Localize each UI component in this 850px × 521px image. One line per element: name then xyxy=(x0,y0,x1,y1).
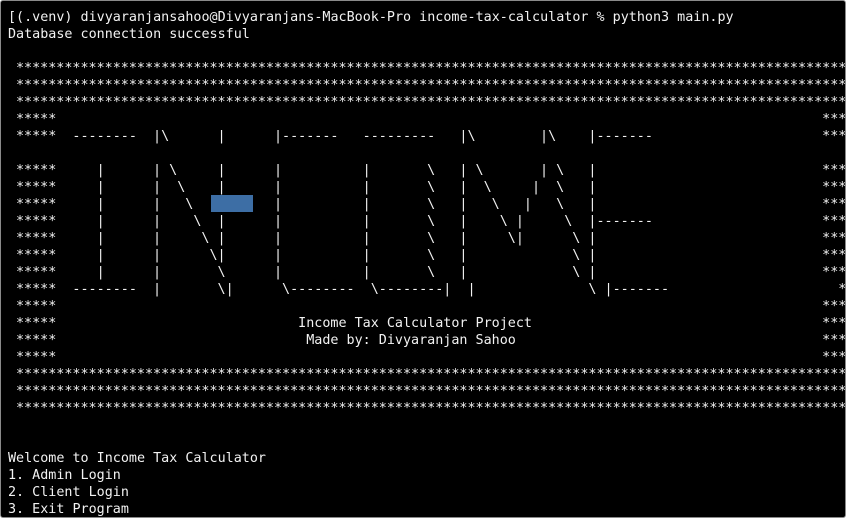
banner-line: ****************************************… xyxy=(16,78,846,93)
banner-line: ***** | | \ | | | \ | \ | \ | ***** xyxy=(16,197,846,212)
banner-line: ***** | | \ | | | \ | \ | \ | ***** xyxy=(16,163,846,178)
banner-line: ***** ***** xyxy=(16,299,846,314)
banner-line: ****************************************… xyxy=(16,61,846,76)
banner-line: ***** | | \ | | | \ | \| \ | ***** xyxy=(16,231,846,246)
banner-line: ***** | | \| | | \ | \ | ***** xyxy=(16,248,846,263)
command-prompt-line: [(.venv) divyaranjansahoo@Divyaranjans-M… xyxy=(8,10,734,25)
banner-line: ***** | | \ | | | \ | \ | \ |------- ***… xyxy=(16,214,846,229)
banner-line: ****************************************… xyxy=(16,95,846,110)
banner-line: ***** ***** xyxy=(16,112,846,127)
banner-line: ***** Income Tax Calculator Project ****… xyxy=(16,316,846,331)
banner-line: ***** -------- | \| \-------- \--------|… xyxy=(16,282,846,297)
banner-line: ****************************************… xyxy=(16,384,846,399)
banner-line: ***** | | \ | | | \ | \ | \ | ***** xyxy=(16,180,846,195)
banner-line: ***** | | \ | | \ | \ | ***** xyxy=(16,265,846,280)
banner-line: ***** ***** xyxy=(16,350,846,365)
terminal-window[interactable]: [(.venv) divyaranjansahoo@Divyaranjans-M… xyxy=(0,0,846,518)
banner-line: ***** -------- |\ | |------- --------- |… xyxy=(16,129,846,144)
text-cursor xyxy=(211,195,253,212)
banner-line: ***** Made by: Divyaranjan Sahoo ***** xyxy=(16,333,846,348)
banner-line: ****************************************… xyxy=(16,367,846,382)
menu-option-exit: 3. Exit Program xyxy=(8,502,129,517)
menu-option-admin-login: 1. Admin Login xyxy=(8,468,121,483)
menu-option-client-login: 2. Client Login xyxy=(8,485,129,500)
db-status-line: Database connection successful xyxy=(8,27,250,42)
menu-welcome-text: Welcome to Income Tax Calculator xyxy=(8,451,266,466)
banner-line: ****************************************… xyxy=(16,401,846,416)
